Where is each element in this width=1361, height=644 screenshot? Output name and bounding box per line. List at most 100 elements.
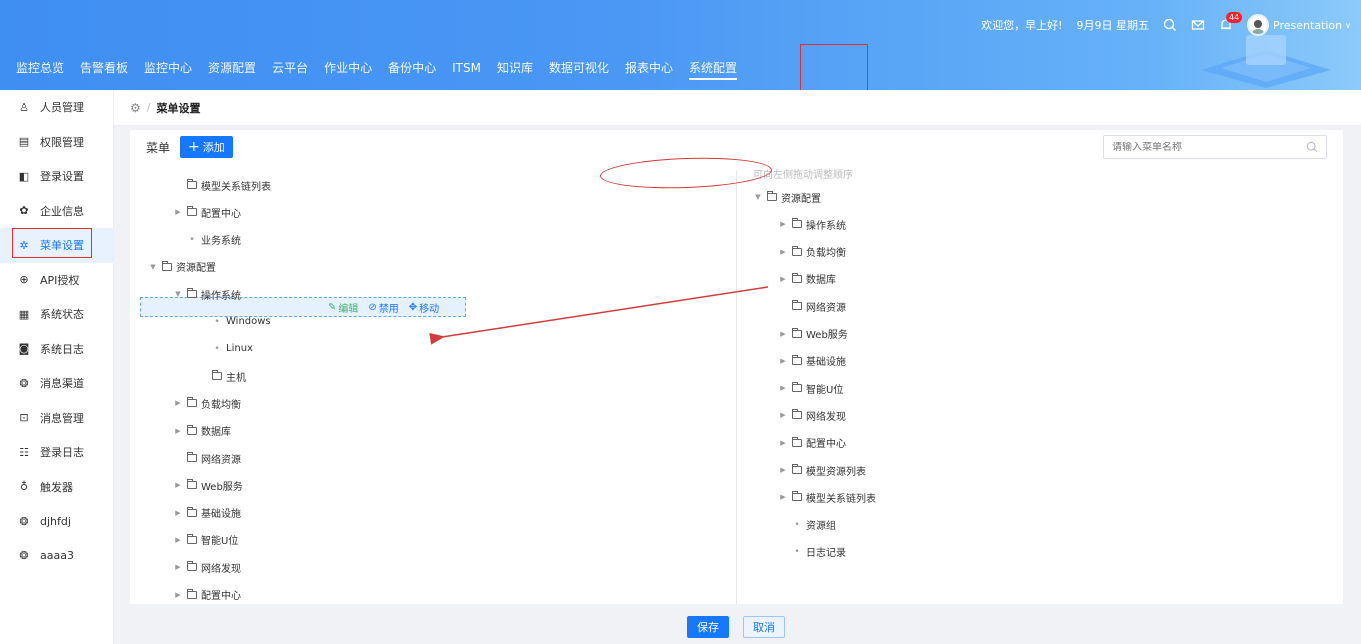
sidebar-item-aaaa3[interactable]: ❂ aaaa3	[0, 539, 113, 574]
nav-tab-resource-config[interactable]: 资源配置	[200, 50, 264, 86]
nav-tab-cloud-platform[interactable]: 云平台	[264, 50, 316, 86]
cancel-button[interactable]: 取消	[743, 616, 785, 638]
nav-tab-itsm[interactable]: ITSM	[444, 50, 489, 86]
caret-down-icon[interactable]: ▼	[148, 263, 158, 271]
tree-node[interactable]: ▶ 负载均衡	[778, 243, 846, 261]
tree-node[interactable]: ▶ Web服务	[778, 325, 848, 343]
folder-icon	[792, 272, 802, 283]
caret-right-icon[interactable]: ▶	[778, 466, 788, 474]
caret-right-icon[interactable]: ▶	[173, 481, 183, 489]
sidebar-item-system-status[interactable]: ▦ 系统状态	[0, 297, 113, 332]
nav-tab-monitor-center[interactable]: 监控中心	[136, 50, 200, 86]
caret-right-icon[interactable]: ▶	[778, 220, 788, 228]
sidebar-item-trigger[interactable]: ♁ 触发器	[0, 470, 113, 505]
caret-right-icon[interactable]: ▶	[778, 411, 788, 419]
tree-node[interactable]: 网络资源	[778, 297, 846, 315]
tree-node[interactable]: ▶ 负载均衡	[173, 394, 241, 412]
footer-actions: 保存 取消	[687, 616, 785, 638]
tree-node[interactable]: ▶ 基础设施	[173, 504, 241, 522]
sidebar-item-message-channel[interactable]: ❂ 消息渠道	[0, 366, 113, 401]
tree-node[interactable]: • 资源组	[778, 516, 836, 534]
tree-node[interactable]: ▶ 配置中心	[778, 434, 846, 452]
search-icon[interactable]	[1306, 141, 1318, 153]
caret-right-icon[interactable]: ▶	[173, 399, 183, 407]
tree-node[interactable]: 模型关系链列表	[173, 176, 271, 194]
gear-icon[interactable]: ⚙	[130, 101, 141, 115]
tree-node[interactable]: ▶ 网络发现	[778, 406, 846, 424]
tree-node[interactable]: ▶ Web服务	[173, 476, 243, 494]
tree-node[interactable]: ▼ 操作系统	[173, 285, 241, 303]
caret-right-icon[interactable]: ▶	[173, 591, 183, 599]
sidebar: ♙ 人员管理 ▤ 权限管理 ◧ 登录设置 ✿ 企业信息 ✲ 菜单设置 ⊕ API授权 ▦ 系统…	[0, 90, 114, 644]
tree-node[interactable]: ▶ 模型关系链列表	[778, 488, 876, 506]
sidebar-item-djhfdj[interactable]: ❂ djhfdj	[0, 504, 113, 539]
tree-node[interactable]: ▼ 资源配置	[148, 258, 216, 276]
nav-tab-alert-board[interactable]: 告警看板	[72, 50, 136, 86]
save-button[interactable]: 保存	[687, 616, 729, 638]
caret-right-icon[interactable]: ▶	[173, 536, 183, 544]
tree-node-label: 数据库	[806, 275, 836, 287]
sidebar-item-system-log[interactable]: ◙ 系统日志	[0, 332, 113, 367]
nav-tab-report-center[interactable]: 报表中心	[617, 50, 681, 86]
sidebar-item-login-settings[interactable]: ◧ 登录设置	[0, 159, 113, 194]
tree-node[interactable]: ▶ 配置中心	[173, 586, 241, 604]
bullet-icon: •	[189, 234, 195, 245]
caret-right-icon[interactable]: ▶	[778, 384, 788, 392]
nav-tab-knowledge-base[interactable]: 知识库	[489, 50, 541, 86]
tree-node[interactable]: ▶ 网络发现	[173, 558, 241, 576]
caret-down-icon[interactable]: ▼	[173, 290, 183, 298]
row-actions: ✎ 编辑 ⊘ 禁用 ✥ 移动	[328, 300, 449, 315]
tree-node[interactable]: ▼ 资源配置	[753, 188, 821, 206]
sidebar-item-api-authorization[interactable]: ⊕ API授权	[0, 263, 113, 298]
nav-tab-job-center[interactable]: 作业中心	[316, 50, 380, 86]
caret-right-icon[interactable]: ▶	[778, 357, 788, 365]
caret-right-icon[interactable]: ▶	[173, 208, 183, 216]
caret-right-icon[interactable]: ▶	[778, 330, 788, 338]
tree-node[interactable]: ▶ 操作系统	[778, 215, 846, 233]
sidebar-item-login-log[interactable]: ☷ 登录日志	[0, 435, 113, 470]
user-menu[interactable]: Presentation ∨	[1247, 14, 1351, 36]
tree-node[interactable]: ▶ 数据库	[173, 422, 231, 440]
page-title: 菜单设置	[156, 101, 201, 115]
tree-node[interactable]: ▶ 配置中心	[173, 203, 241, 221]
tree-node[interactable]: • 日志记录	[778, 543, 846, 561]
sidebar-item-user-management[interactable]: ♙ 人员管理	[0, 90, 113, 125]
tree-node[interactable]: • Linux	[198, 340, 253, 358]
caret-right-icon[interactable]: ▶	[778, 493, 788, 501]
caret-right-icon[interactable]: ▶	[173, 563, 183, 571]
add-menu-button[interactable]: + 添加	[180, 136, 233, 158]
nav-tab-system-config[interactable]: 系统配置	[681, 50, 745, 86]
tree-node[interactable]: • 业务系统	[173, 231, 241, 249]
nav-tab-monitor-overview[interactable]: 监控总览	[8, 50, 72, 86]
sidebar-item-permission-management[interactable]: ▤ 权限管理	[0, 125, 113, 160]
mail-icon[interactable]	[1191, 18, 1205, 32]
search-icon[interactable]	[1163, 18, 1177, 32]
tree-node[interactable]: ▶ 数据库	[778, 270, 836, 288]
caret-down-icon[interactable]: ▼	[753, 193, 763, 201]
search-input[interactable]	[1112, 141, 1306, 153]
nav-tab-data-visualization[interactable]: 数据可视化	[541, 50, 617, 86]
tree-node[interactable]: ▶ 基础设施	[778, 352, 846, 370]
edit-action[interactable]: ✎ 编辑	[328, 300, 358, 315]
tree-node[interactable]: 网络资源	[173, 449, 241, 467]
caret-right-icon[interactable]: ▶	[173, 509, 183, 517]
sidebar-item-enterprise-info[interactable]: ✿ 企业信息	[0, 194, 113, 229]
tree-node[interactable]: • Windows	[198, 313, 270, 331]
tree-node-label: 智能U位	[806, 384, 844, 396]
caret-right-icon[interactable]: ▶	[778, 248, 788, 256]
notification-bell-icon[interactable]: 44	[1219, 12, 1243, 32]
tree-node[interactable]: ▶ 模型资源列表	[778, 461, 866, 479]
move-action[interactable]: ✥ 移动	[409, 300, 439, 315]
tree-node[interactable]: ▶ 智能U位	[778, 379, 843, 397]
sidebar-item-message-management[interactable]: ⊡ 消息管理	[0, 401, 113, 436]
annotation-highlight-box	[12, 228, 92, 258]
tree-node[interactable]: ▶ 智能U位	[173, 531, 238, 549]
disable-action[interactable]: ⊘ 禁用	[368, 300, 398, 315]
nav-tab-backup-center[interactable]: 备份中心	[380, 50, 444, 86]
caret-right-icon[interactable]: ▶	[778, 275, 788, 283]
caret-right-icon[interactable]: ▶	[778, 439, 788, 447]
caret-right-icon[interactable]: ▶	[173, 427, 183, 435]
tree-node[interactable]: 主机	[198, 367, 246, 385]
folder-icon	[187, 588, 197, 599]
move-icon: ✥	[408, 302, 418, 313]
